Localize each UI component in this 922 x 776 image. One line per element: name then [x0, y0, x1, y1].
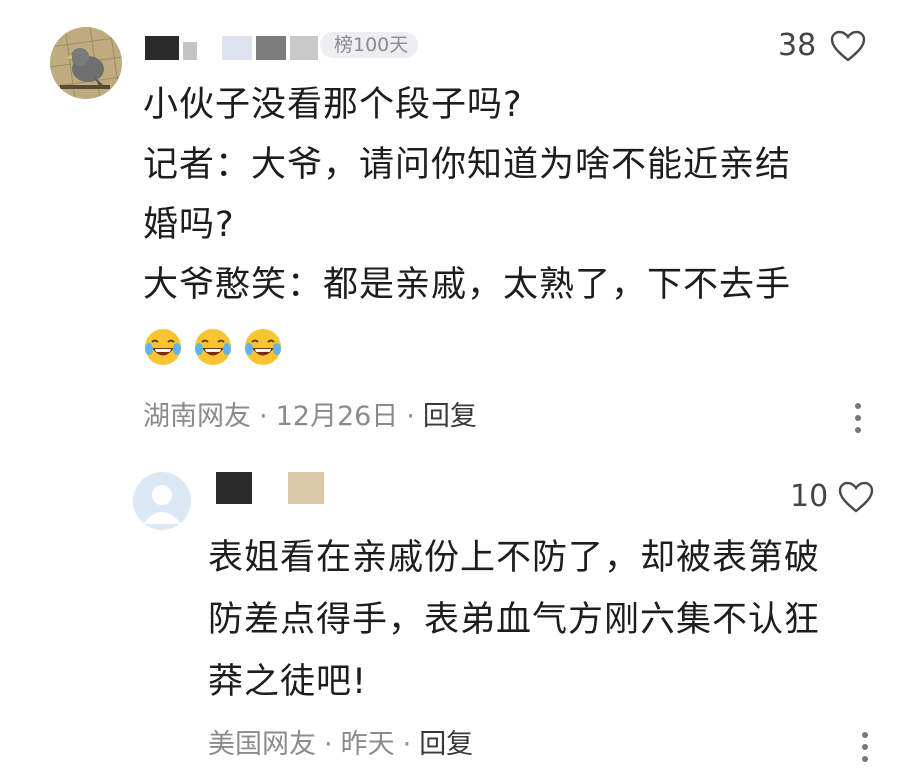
comment-date: 12月26日 — [275, 401, 399, 432]
comment-location: 湖南网友 — [143, 401, 251, 432]
username-redacted-fragment — [183, 42, 197, 60]
rank-badge: 榜100天 — [320, 32, 419, 58]
heart-icon[interactable] — [830, 30, 866, 62]
reply-line: 防差点得手，表弟血气方刚六集不认狂 — [208, 600, 821, 640]
username-redacted-fragment — [222, 36, 252, 60]
laughing-tears-emoji-icon — [145, 329, 181, 365]
heart-icon[interactable] — [838, 481, 874, 513]
laughing-tears-emoji-icon — [245, 329, 281, 365]
username-redacted-fragment — [256, 36, 286, 60]
more-options-icon[interactable] — [860, 730, 870, 764]
reply-line: 莽之徒吧! — [208, 662, 368, 702]
comment-line: 婚吗? — [143, 205, 235, 245]
bird-avatar-icon — [50, 27, 122, 99]
like-count: 38 — [778, 28, 817, 63]
reply-user-avatar[interactable] — [133, 472, 191, 530]
emoji-row — [143, 315, 903, 379]
user-avatar[interactable] — [50, 27, 122, 99]
username-redacted[interactable] — [145, 36, 179, 60]
username-redacted-fragment — [290, 36, 318, 60]
reply-username-redacted[interactable] — [216, 472, 252, 504]
laughing-tears-emoji-icon — [195, 329, 231, 365]
reply-button[interactable]: 回复 — [419, 729, 473, 760]
comment-body: 小伙子没看那个段子吗? 记者：大爷，请问你知道为啥不能近亲结 婚吗? 大爷憨笑：… — [143, 75, 903, 379]
reply-like-count: 10 — [790, 479, 829, 514]
comment-line: 记者：大爷，请问你知道为啥不能近亲结 — [143, 145, 792, 185]
default-avatar-icon — [133, 472, 191, 530]
comment-line: 小伙子没看那个段子吗? — [143, 85, 523, 125]
reply-meta: 美国网友 · 昨天 · 回复 — [208, 729, 474, 760]
reply-body: 表姐看在亲戚份上不防了，却被表第破 防差点得手，表弟血气方刚六集不认狂 莽之徒吧… — [208, 527, 908, 713]
comment-meta: 湖南网友 · 12月26日 · 回复 — [143, 401, 477, 432]
reply-line: 表姐看在亲戚份上不防了，却被表第破 — [208, 538, 821, 578]
reply-date: 昨天 — [340, 729, 395, 760]
more-options-icon[interactable] — [853, 401, 863, 435]
reply-username-redacted-fragment — [288, 472, 324, 504]
reply-location: 美国网友 — [208, 729, 316, 760]
comment-line: 大爷憨笑：都是亲戚，太熟了，下不去手 — [143, 265, 792, 305]
reply-button[interactable]: 回复 — [423, 401, 477, 432]
